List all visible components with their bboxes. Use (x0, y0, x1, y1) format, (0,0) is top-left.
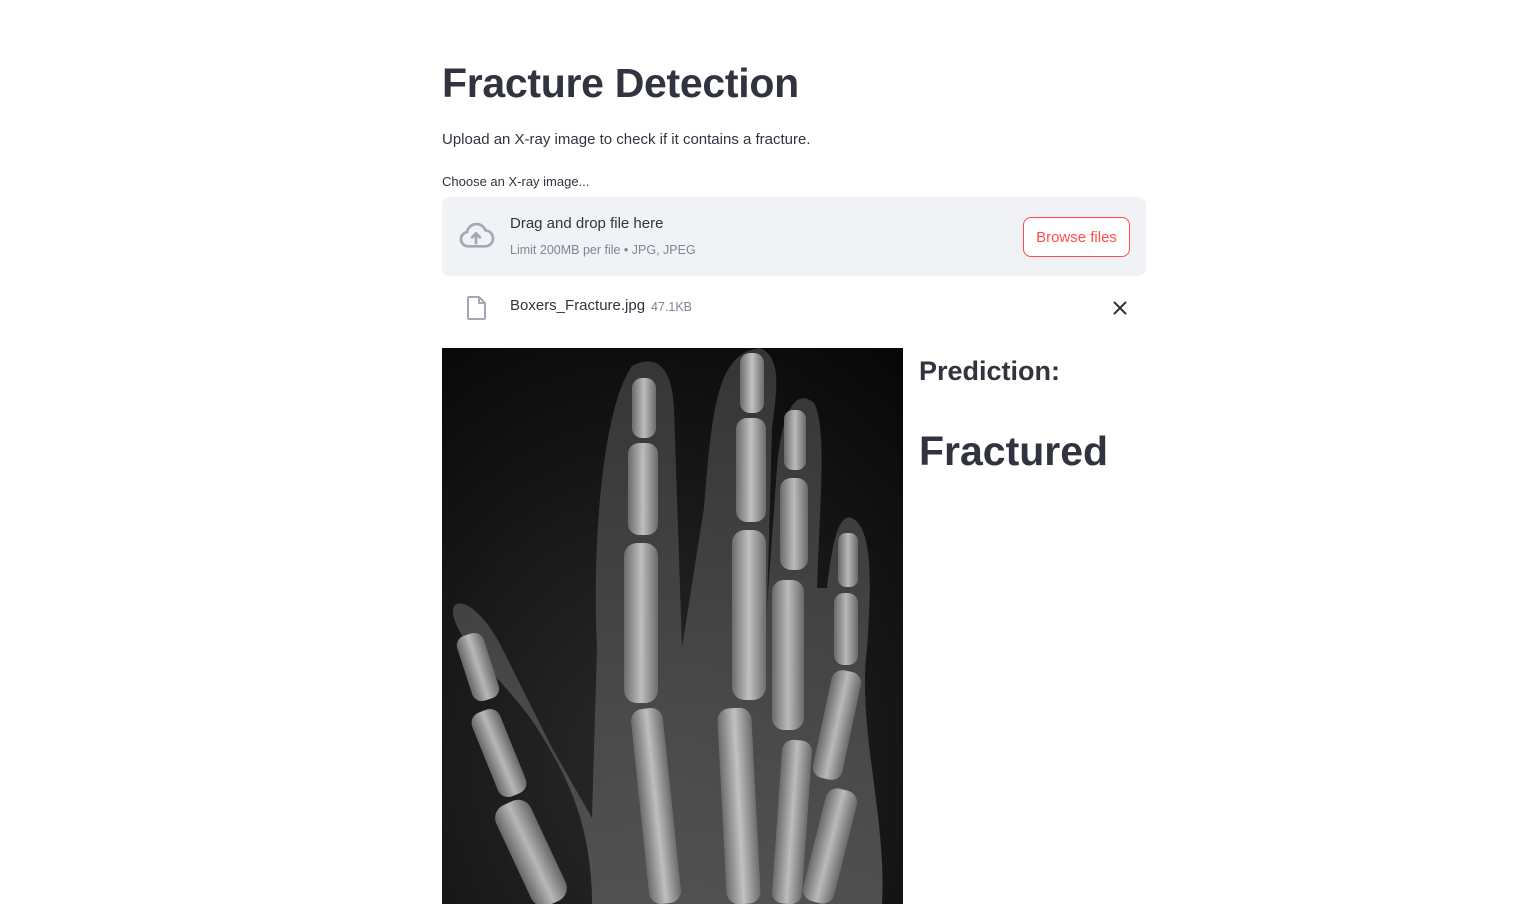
uploaded-file-name: Boxers_Fracture.jpg (510, 297, 646, 314)
prediction-label: Prediction: (919, 356, 1061, 386)
uploader-label: Choose an X-ray image... (442, 174, 590, 189)
cloud-upload-icon (457, 217, 495, 255)
remove-file-button[interactable] (1108, 296, 1132, 320)
hand-xray-illustration (442, 348, 903, 904)
close-icon (1113, 301, 1127, 315)
dropzone-limit-text: Limit 200MB per file • JPG, JPEG (510, 243, 696, 257)
file-dropzone[interactable]: Drag and drop file here Limit 200MB per … (442, 197, 1146, 276)
uploaded-file-row: Boxers_Fracture.jpg 47.1KB (442, 288, 1146, 328)
browse-files-button[interactable]: Browse files (1023, 217, 1130, 257)
file-icon (466, 295, 488, 321)
uploaded-file-size: 47.1KB (651, 300, 693, 314)
page-title: Fracture Detection (442, 60, 799, 106)
xray-image (442, 348, 903, 904)
dropzone-instructions: Drag and drop file here (510, 215, 664, 232)
prediction-result: Fractured (919, 428, 1109, 474)
page-subtitle: Upload an X-ray image to check if it con… (442, 131, 811, 148)
